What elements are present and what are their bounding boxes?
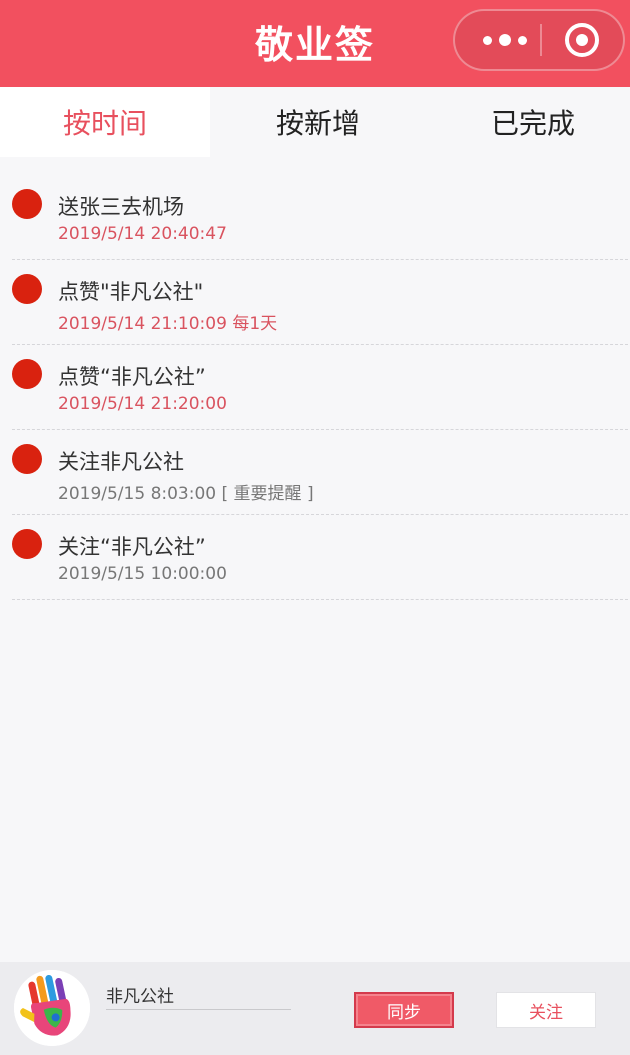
- item-time: 2019/5/15 8:03:00: [58, 484, 217, 504]
- item-title: 关注非凡公社: [58, 450, 184, 474]
- item-repeat: 每1天: [232, 314, 278, 334]
- close-target-icon[interactable]: [565, 23, 599, 57]
- status-dot-icon[interactable]: [12, 359, 42, 389]
- sync-button[interactable]: 同步: [354, 992, 454, 1028]
- avatar[interactable]: [14, 970, 90, 1046]
- item-meta: 2019/5/15 8:03:00 [ 重要提醒 ]: [58, 479, 314, 504]
- tab-bar: 按时间 按新增 已完成: [0, 87, 630, 157]
- item-title: 关注“非凡公社”: [58, 535, 206, 559]
- tab-by-new[interactable]: 按新增: [213, 87, 423, 157]
- item-title: 点赞"非凡公社": [58, 280, 204, 304]
- colorful-hand-avatar: [14, 970, 90, 1046]
- list-item[interactable]: 点赞“非凡公社” 2019/5/14 21:20:00: [12, 345, 628, 430]
- item-title: 送张三去机场: [58, 195, 184, 219]
- tab-by-time[interactable]: 按时间: [0, 87, 210, 157]
- more-dots-icon[interactable]: [473, 11, 537, 69]
- item-meta: 2019/5/14 21:10:09 每1天: [58, 309, 277, 334]
- item-time: 2019/5/15 10:00:00: [58, 564, 227, 584]
- list-item[interactable]: 关注非凡公社 2019/5/15 8:03:00 [ 重要提醒 ]: [12, 430, 628, 515]
- item-time: 2019/5/14 21:20:00: [58, 394, 227, 414]
- account-name: 非凡公社: [106, 987, 174, 1007]
- list-item[interactable]: 关注“非凡公社” 2019/5/15 10:00:00: [12, 515, 628, 600]
- navigation-bar: 敬业签: [0, 0, 630, 87]
- status-dot-icon[interactable]: [12, 189, 42, 219]
- menu-capsule: [453, 9, 625, 71]
- tab-completed[interactable]: 已完成: [428, 87, 630, 157]
- follow-button[interactable]: 关注: [496, 992, 596, 1028]
- status-dot-icon[interactable]: [12, 444, 42, 474]
- list-item[interactable]: 点赞"非凡公社" 2019/5/14 21:10:09 每1天: [12, 260, 628, 345]
- item-tag: [ 重要提醒 ]: [221, 484, 314, 504]
- item-time: 2019/5/14 20:40:47: [58, 224, 227, 244]
- reminder-list: 送张三去机场 2019/5/14 20:40:47 点赞"非凡公社" 2019/…: [12, 175, 628, 600]
- item-meta: 2019/5/15 10:00:00: [58, 564, 227, 584]
- item-title: 点赞“非凡公社”: [58, 365, 206, 389]
- status-dot-icon[interactable]: [12, 529, 42, 559]
- item-meta: 2019/5/14 20:40:47: [58, 224, 227, 244]
- status-dot-icon[interactable]: [12, 274, 42, 304]
- underline-divider: [106, 1009, 291, 1010]
- item-time: 2019/5/14 21:10:09: [58, 314, 227, 334]
- official-account-bar: 非凡公社 同步 关注: [0, 962, 630, 1055]
- item-meta: 2019/5/14 21:20:00: [58, 394, 227, 414]
- capsule-divider: [540, 24, 542, 56]
- list-item[interactable]: 送张三去机场 2019/5/14 20:40:47: [12, 175, 628, 260]
